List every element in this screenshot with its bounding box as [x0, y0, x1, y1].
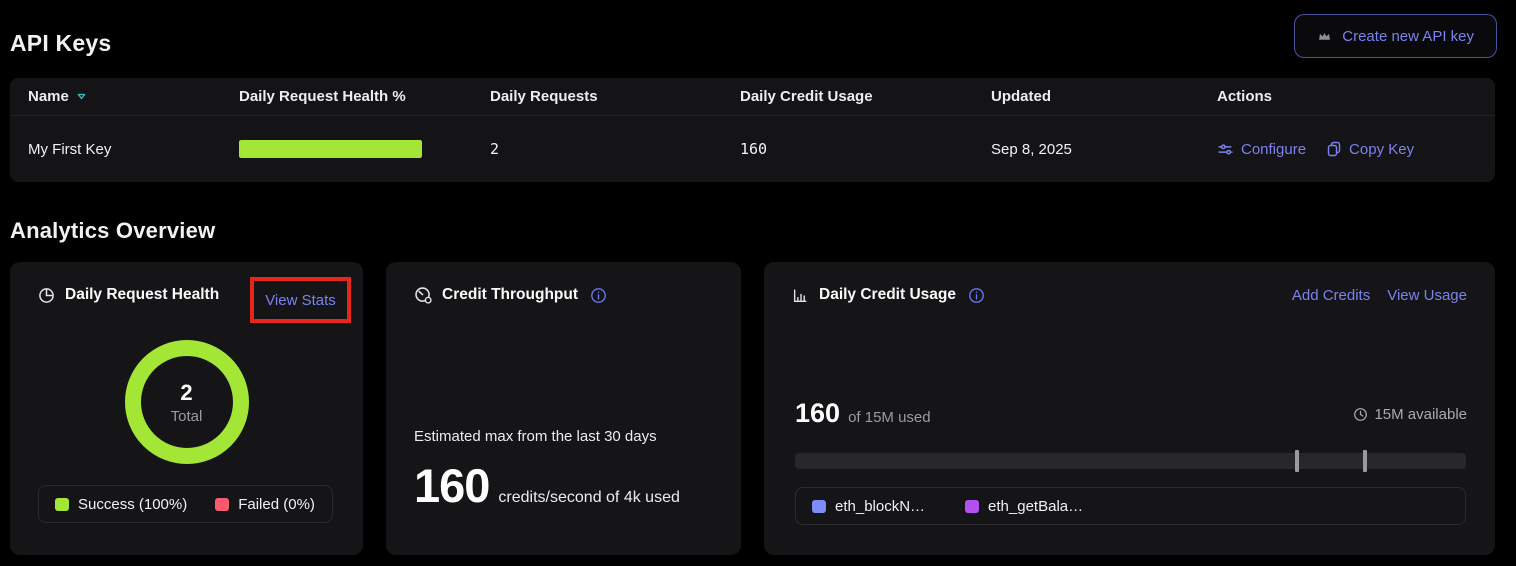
- column-label: Actions: [1217, 88, 1272, 105]
- daily-credit-usage-cell: 160: [740, 140, 991, 158]
- failed-label: Failed (0%): [238, 496, 315, 513]
- credits-used-label: of 15M used: [848, 409, 931, 426]
- card-title: Credit Throughput: [442, 286, 578, 304]
- bar-chart-icon: [792, 287, 809, 304]
- view-stats-link[interactable]: View Stats: [265, 292, 336, 309]
- api-keys-table: Name Daily Request Health % Daily Reques…: [10, 78, 1495, 182]
- request-health-donut-wrap: 2 Total: [10, 340, 363, 464]
- configure-label: Configure: [1241, 141, 1306, 158]
- analytics-cards: Daily Request Health View Stats 2 Total …: [10, 262, 1495, 555]
- column-label: Daily Requests: [490, 88, 598, 105]
- card-title: Daily Request Health: [65, 286, 219, 304]
- column-header-credit-usage: Daily Credit Usage: [740, 88, 991, 105]
- table-header-row: Name Daily Request Health % Daily Reques…: [10, 78, 1495, 116]
- legend-label: eth_getBala…: [988, 498, 1083, 515]
- credits-available: 15M available: [1353, 406, 1467, 423]
- column-header-health: Daily Request Health %: [239, 88, 490, 105]
- success-swatch: [55, 498, 69, 511]
- column-label: Daily Credit Usage: [740, 88, 873, 105]
- column-header-actions: Actions: [1217, 88, 1495, 105]
- success-label: Success (100%): [78, 496, 187, 513]
- failed-swatch: [215, 498, 229, 511]
- gauge-icon: [414, 286, 432, 304]
- create-api-key-label: Create new API key: [1342, 28, 1474, 45]
- add-credits-link[interactable]: Add Credits: [1292, 287, 1370, 304]
- usage-marker-tick: [1295, 450, 1299, 472]
- actions-cell: Configure Copy Key: [1217, 141, 1495, 158]
- card-title: Daily Credit Usage: [819, 286, 956, 304]
- column-header-updated: Updated: [991, 88, 1217, 105]
- usage-marker-tick: [1363, 450, 1367, 472]
- credit-usage-legend: eth_blockN… eth_getBala…: [795, 487, 1466, 525]
- create-api-key-button[interactable]: Create new API key: [1294, 14, 1497, 58]
- donut-total-value: 2: [180, 380, 192, 406]
- credits-available-label: 15M available: [1374, 406, 1467, 423]
- column-label: Name: [28, 88, 69, 105]
- analytics-overview-title: Analytics Overview: [10, 218, 215, 244]
- credit-usage-progress-bar: [795, 453, 1466, 469]
- daily-request-health-card: Daily Request Health View Stats 2 Total …: [10, 262, 363, 555]
- credits-used-value: 160: [795, 398, 840, 429]
- table-row: My First Key 2 160 Sep 8, 2025 Configure: [10, 116, 1495, 182]
- card-header-links: Add Credits View Usage: [1292, 287, 1467, 304]
- throughput-value: 160: [414, 458, 489, 513]
- health-bar: [239, 140, 422, 158]
- credit-throughput-card: Credit Throughput Estimated max from the…: [386, 262, 741, 555]
- card-header: Daily Credit Usage Add Credits View Usag…: [792, 286, 1467, 304]
- legend-label: eth_blockN…: [835, 498, 925, 515]
- configure-button[interactable]: Configure: [1217, 141, 1306, 158]
- copy-key-label: Copy Key: [1349, 141, 1414, 158]
- legend-item-success: Success (100%): [55, 496, 187, 513]
- throughput-subtitle: Estimated max from the last 30 days: [414, 428, 657, 445]
- key-name-cell: My First Key: [28, 141, 239, 158]
- copy-key-button[interactable]: Copy Key: [1326, 141, 1414, 158]
- annotation-highlight-box: View Stats: [250, 277, 351, 323]
- donut-total-label: Total: [171, 408, 203, 425]
- column-header-requests: Daily Requests: [490, 88, 740, 105]
- column-label: Daily Request Health %: [239, 88, 406, 105]
- sliders-icon: [1217, 141, 1234, 158]
- dashboard: API Keys Create new API key Name Daily R…: [0, 0, 1516, 566]
- legend-item-eth-blocknumber: eth_blockN…: [812, 498, 925, 515]
- daily-requests-cell: 2: [490, 140, 740, 158]
- page-title: API Keys: [10, 30, 111, 57]
- throughput-value-row: 160 credits/second of 4k used: [414, 458, 721, 513]
- request-health-donut-chart: 2 Total: [125, 340, 249, 464]
- crown-icon: [1317, 29, 1332, 44]
- copy-icon: [1326, 141, 1342, 157]
- throughput-unit-label: credits/second of 4k used: [498, 489, 679, 507]
- daily-credit-usage-card: Daily Credit Usage Add Credits View Usag…: [764, 262, 1495, 555]
- view-usage-link[interactable]: View Usage: [1387, 287, 1467, 304]
- info-icon[interactable]: [968, 287, 985, 304]
- eth-getbalance-swatch: [965, 500, 979, 513]
- pie-chart-icon: [38, 287, 55, 304]
- legend-item-eth-getbalance: eth_getBala…: [965, 498, 1083, 515]
- request-health-legend: Success (100%) Failed (0%): [38, 485, 333, 523]
- info-icon[interactable]: [590, 287, 607, 304]
- usage-summary-row: 160 of 15M used 15M available: [795, 398, 1467, 429]
- eth-blocknumber-swatch: [812, 500, 826, 513]
- health-bar-fill: [239, 140, 422, 158]
- health-bar-cell: [239, 140, 490, 158]
- sort-chevron-icon[interactable]: [76, 91, 87, 102]
- card-header: Credit Throughput: [414, 286, 713, 304]
- clock-icon: [1353, 407, 1368, 422]
- updated-cell: Sep 8, 2025: [991, 141, 1217, 158]
- legend-item-failed: Failed (0%): [215, 496, 315, 513]
- column-label: Updated: [991, 88, 1051, 105]
- column-header-name[interactable]: Name: [28, 88, 239, 105]
